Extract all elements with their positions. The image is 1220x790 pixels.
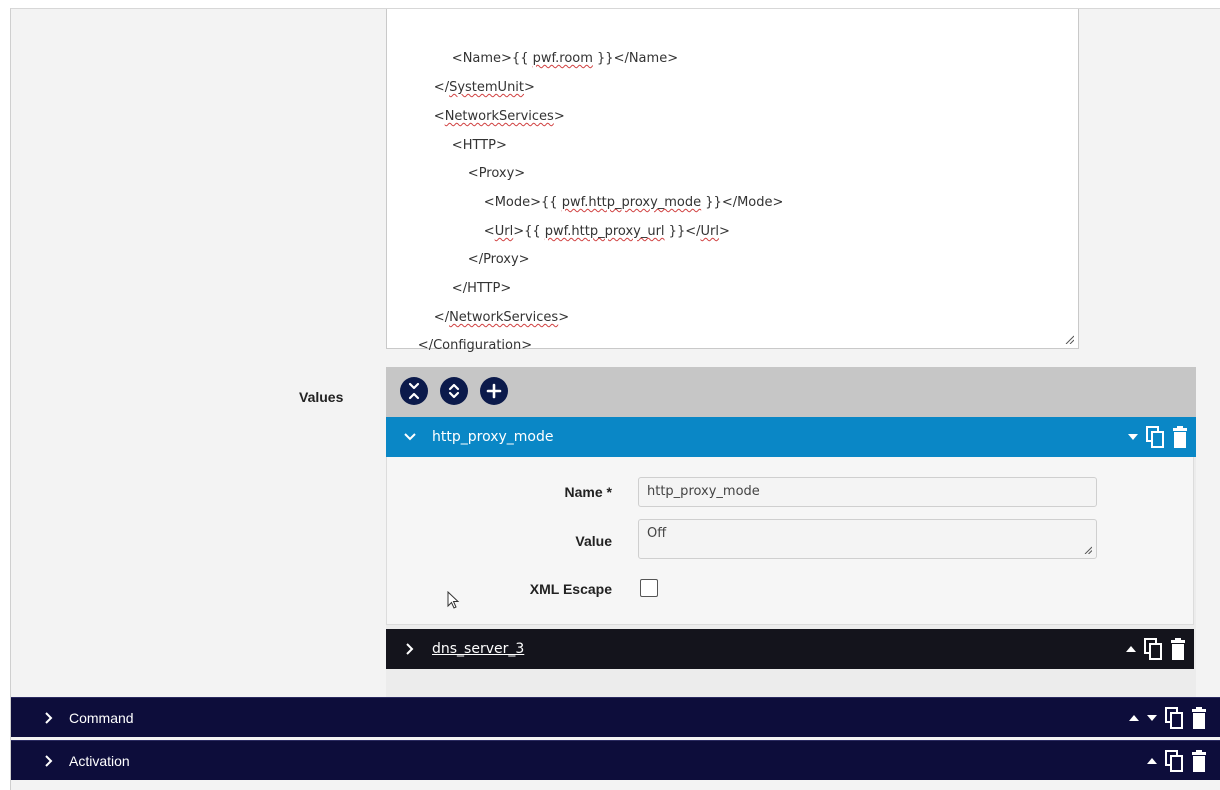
value-item-header-http-proxy-mode[interactable]: http_proxy_mode — [386, 417, 1196, 457]
copy-icon[interactable] — [1165, 707, 1183, 729]
main-frame: <SystemUnit> <Name>{{ pwf.room }}</Name>… — [10, 8, 1220, 790]
section-title: Activation — [69, 752, 130, 769]
section-actions — [1129, 698, 1207, 738]
value-item-header-dns-server-3[interactable]: dns_server_3 — [386, 629, 1194, 669]
resize-grip-icon[interactable] — [1084, 546, 1092, 554]
chevron-right-icon[interactable] — [398, 637, 422, 661]
chevron-down-icon[interactable] — [398, 425, 422, 449]
xml-escape-checkbox[interactable] — [640, 579, 658, 597]
move-down-icon[interactable] — [1128, 433, 1138, 441]
trash-icon[interactable] — [1191, 707, 1207, 729]
values-label: Values — [299, 389, 344, 405]
trash-icon[interactable] — [1170, 638, 1186, 660]
value-field-label: Value — [575, 533, 612, 549]
mouse-cursor-icon — [447, 591, 460, 609]
move-down-icon[interactable] — [1147, 714, 1157, 722]
trash-icon[interactable] — [1191, 750, 1207, 772]
add-value-button[interactable] — [480, 377, 508, 405]
value-item-title: dns_server_3 — [432, 641, 525, 657]
values-panel: http_proxy_mode Name * http_proxy_mode V… — [386, 367, 1196, 697]
section-activation[interactable]: Activation — [11, 740, 1220, 780]
trash-icon[interactable] — [1172, 426, 1188, 448]
value-item-title: http_proxy_mode — [432, 429, 554, 445]
value-item-body: Name * http_proxy_mode Value Off XML Esc… — [386, 457, 1194, 625]
section-title: Command — [69, 709, 134, 726]
clipped-code-line: <SystemUnit> — [417, 9, 539, 10]
resize-grip-icon[interactable] — [1064, 334, 1074, 344]
code-line: </Configuration> — [417, 338, 533, 353]
move-up-icon[interactable] — [1147, 757, 1157, 765]
add-icon — [486, 383, 502, 399]
chevron-right-icon[interactable] — [37, 706, 61, 730]
name-field-label: Name * — [564, 484, 612, 500]
value-field-text: Off — [647, 526, 667, 541]
values-toolbar — [386, 367, 1196, 417]
section-actions — [1147, 741, 1207, 781]
chevron-right-icon[interactable] — [37, 749, 61, 773]
expand-all-icon — [448, 383, 460, 399]
copy-icon[interactable] — [1146, 426, 1164, 448]
copy-icon[interactable] — [1144, 638, 1162, 660]
collapse-all-icon — [408, 382, 420, 400]
name-field[interactable]: http_proxy_mode — [638, 477, 1097, 507]
move-up-icon[interactable] — [1126, 645, 1136, 653]
collapse-all-button[interactable] — [400, 377, 428, 405]
item-actions — [1128, 417, 1188, 457]
xml-escape-label: XML Escape — [529, 581, 612, 597]
section-command[interactable]: Command — [11, 697, 1220, 737]
xml-template-editor[interactable]: <SystemUnit> <Name>{{ pwf.room }}</Name>… — [386, 9, 1079, 353]
item-actions — [1126, 629, 1186, 669]
move-up-icon[interactable] — [1129, 714, 1139, 722]
copy-icon[interactable] — [1165, 750, 1183, 772]
expand-all-button[interactable] — [440, 377, 468, 405]
value-field[interactable]: Off — [638, 519, 1097, 559]
